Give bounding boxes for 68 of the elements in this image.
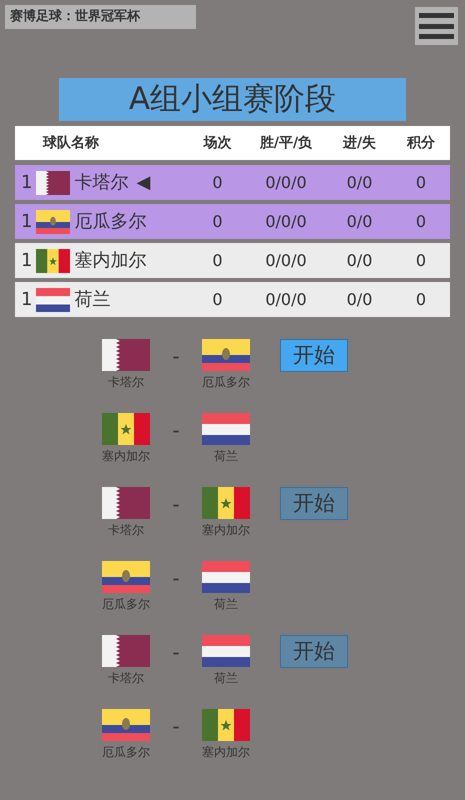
flag-icon	[202, 635, 250, 667]
team-name: 塞内加尔	[74, 249, 146, 273]
team-name: 卡塔尔	[108, 670, 144, 687]
separator: -	[171, 565, 181, 592]
column-header: 胜/平/负	[258, 134, 314, 152]
table-cell-text: 0/0	[346, 172, 374, 194]
team-name: 卡塔尔	[74, 171, 128, 195]
table-cell-text: 0	[211, 288, 224, 310]
separator: -	[171, 343, 181, 370]
team-name: 塞内加尔	[202, 522, 250, 539]
flag-icon	[102, 709, 150, 741]
table-cell-text: 0/0/0	[264, 250, 308, 272]
table-cell-text: 0/0	[346, 250, 374, 272]
table-cell-text: 0	[414, 210, 428, 232]
team-name: 塞内加尔	[202, 744, 250, 761]
column-header: 场次	[202, 134, 232, 152]
separator: -	[171, 491, 181, 518]
flag-icon	[202, 339, 250, 371]
table-cell-text: 0	[211, 250, 224, 272]
team-name: 卡塔尔	[108, 374, 144, 391]
table-cell-text: 0	[414, 288, 428, 310]
column-header: 进/失	[342, 134, 378, 152]
table-cell-text: 0	[211, 210, 224, 232]
separator: -	[171, 639, 181, 666]
team-name: 厄瓜多尔	[202, 374, 250, 391]
team-name: 荷兰	[214, 448, 238, 465]
team-name: 卡塔尔	[108, 522, 144, 539]
flag-icon	[36, 210, 70, 234]
app-title: 赛博足球：世界冠军杯	[5, 5, 196, 29]
column-header: 积分	[406, 134, 436, 152]
team-name: 厄瓜多尔	[102, 744, 150, 761]
column-header: 球队名称	[42, 134, 100, 152]
flag-icon	[202, 487, 250, 519]
flag-icon	[36, 288, 70, 312]
rank: 1	[21, 171, 32, 195]
table-cell-text: 0/0/0	[264, 210, 308, 232]
flag-icon	[102, 561, 150, 593]
flag-icon	[102, 635, 150, 667]
table-cell-text: 0/0/0	[264, 288, 308, 310]
flag-icon	[202, 561, 250, 593]
flag-icon	[202, 413, 250, 445]
group-title: A组小组赛阶段	[59, 78, 406, 121]
flag-icon	[102, 339, 150, 371]
team-name: 荷兰	[214, 596, 238, 613]
flag-icon	[36, 170, 70, 194]
team-name: 荷兰	[214, 670, 238, 687]
team-name: 厄瓜多尔	[74, 210, 146, 234]
team-name: 塞内加尔	[102, 448, 150, 465]
rank: 1	[21, 288, 32, 312]
table-cell-text: 0	[414, 250, 428, 272]
table-cell-text: 0	[211, 172, 224, 194]
start-button[interactable]: 开始	[280, 339, 348, 372]
table-cell-text: 0/0	[346, 288, 374, 310]
separator: -	[171, 417, 181, 444]
marker-icon: ◀	[136, 169, 150, 196]
table-cell-text: 0/0	[346, 210, 374, 232]
flag-icon	[36, 248, 70, 272]
separator: -	[171, 713, 181, 740]
flag-icon	[202, 709, 250, 741]
team-name: 荷兰	[74, 288, 110, 312]
flag-icon	[102, 413, 150, 445]
rank: 1	[21, 210, 32, 234]
team-name: 厄瓜多尔	[102, 596, 150, 613]
table-cell-text: 0/0/0	[264, 172, 308, 194]
menu-button[interactable]	[415, 7, 458, 45]
table-cell-text: 0	[414, 172, 428, 194]
flag-icon	[102, 487, 150, 519]
rank: 1	[21, 249, 32, 273]
